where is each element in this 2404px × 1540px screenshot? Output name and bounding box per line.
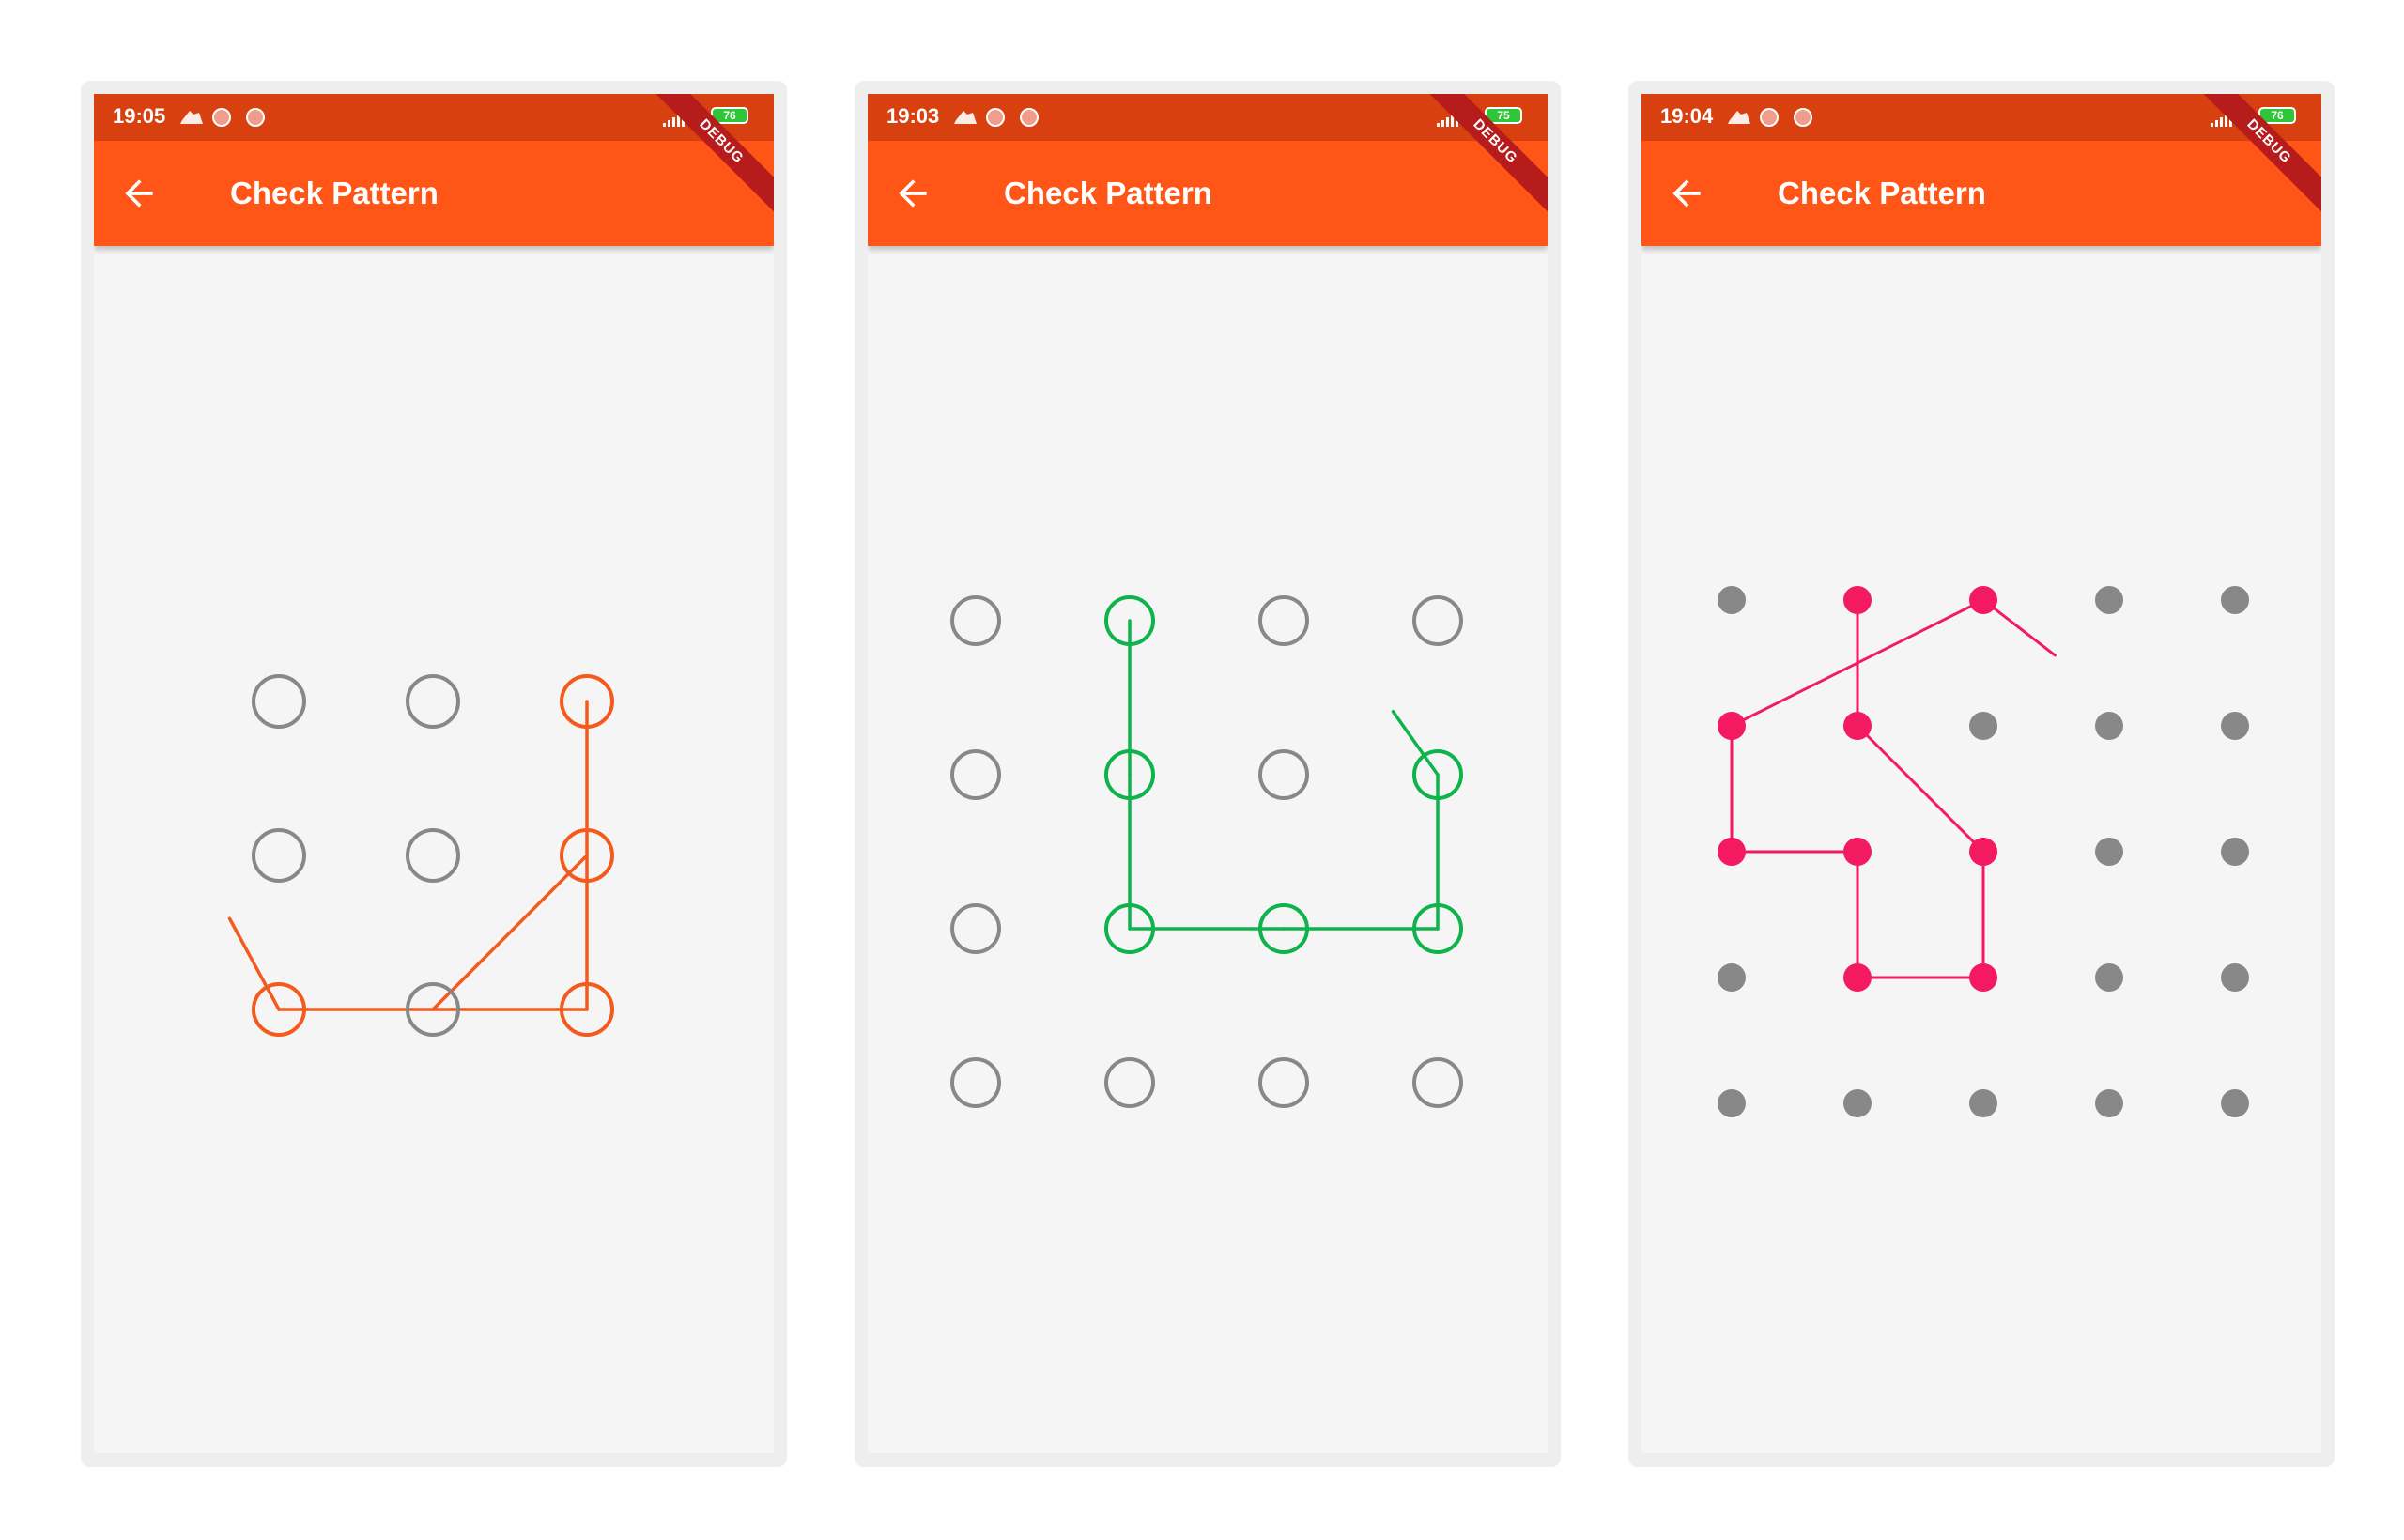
fitness-icon xyxy=(954,111,977,124)
pattern-dot-selected[interactable] xyxy=(1969,586,1997,614)
pattern-dot[interactable] xyxy=(1718,586,1746,614)
back-button[interactable] xyxy=(118,173,160,214)
pattern-lock-grid[interactable] xyxy=(868,94,1548,1453)
status-time: 19:03 xyxy=(886,104,940,128)
pattern-dot[interactable] xyxy=(1718,963,1746,992)
pattern-dot[interactable] xyxy=(1718,1089,1746,1117)
pattern-dot-selected[interactable] xyxy=(1969,838,1997,866)
notification-icons xyxy=(1728,108,1812,127)
pattern-dot-selected[interactable] xyxy=(1843,712,1872,740)
pattern-dot[interactable] xyxy=(2221,586,2249,614)
pattern-dot[interactable] xyxy=(950,595,1001,646)
pattern-drag-line xyxy=(227,916,281,1011)
back-button[interactable] xyxy=(892,173,933,214)
pattern-dot-selected[interactable] xyxy=(1969,963,1997,992)
app-bar: Check Pattern xyxy=(94,141,774,246)
pattern-dot-selected[interactable] xyxy=(1843,838,1872,866)
status-time: 19:05 xyxy=(113,104,166,128)
pattern-dot[interactable] xyxy=(1104,1057,1155,1108)
notification-dot-icon xyxy=(1020,108,1039,127)
fitness-icon xyxy=(1728,111,1750,124)
pattern-segment xyxy=(1856,724,1985,854)
pattern-dot[interactable] xyxy=(2095,838,2123,866)
pattern-dot[interactable] xyxy=(1969,712,1997,740)
pattern-dot[interactable] xyxy=(1843,1089,1872,1117)
pattern-dot[interactable] xyxy=(2095,586,2123,614)
arrow-back-icon xyxy=(1672,179,1701,208)
pattern-dot[interactable] xyxy=(406,674,460,729)
pattern-dot-selected[interactable] xyxy=(1843,586,1872,614)
fitness-icon xyxy=(180,111,203,124)
pattern-dot[interactable] xyxy=(1412,595,1463,646)
back-button[interactable] xyxy=(1666,173,1707,214)
arrow-back-icon xyxy=(125,179,153,208)
pattern-dot[interactable] xyxy=(2221,1089,2249,1117)
phone-frame-3: 19:04E76Check PatternDEBUG xyxy=(1628,81,2335,1467)
pattern-dot[interactable] xyxy=(2221,838,2249,866)
pattern-dot[interactable] xyxy=(2095,1089,2123,1117)
page-title: Check Pattern xyxy=(230,176,439,210)
pattern-dot[interactable] xyxy=(950,1057,1001,1108)
pattern-dot[interactable] xyxy=(2095,712,2123,740)
pattern-dot[interactable] xyxy=(1412,1057,1463,1108)
pattern-path xyxy=(1730,598,2057,979)
pattern-lock-grid[interactable] xyxy=(1641,94,2321,1453)
pattern-dot-selected[interactable] xyxy=(1718,712,1746,740)
pattern-dot[interactable] xyxy=(950,903,1001,954)
notification-dot-icon xyxy=(986,108,1005,127)
screen-1: 19:05E76Check PatternDEBUG xyxy=(94,94,774,1453)
pattern-dot-selected[interactable] xyxy=(1718,838,1746,866)
pattern-dot[interactable] xyxy=(1258,595,1309,646)
screen-3: 19:04E76Check PatternDEBUG xyxy=(1641,94,2321,1453)
pattern-dot[interactable] xyxy=(2095,963,2123,992)
notification-icons xyxy=(180,108,265,127)
pattern-segment xyxy=(431,854,589,1011)
notification-dot-icon xyxy=(1760,108,1779,127)
pattern-path xyxy=(1128,619,1440,931)
status-time: 19:04 xyxy=(1660,104,1714,128)
pattern-dot-selected[interactable] xyxy=(1843,963,1872,992)
phone-frame-2: 19:03E75Check PatternDEBUG xyxy=(855,81,1561,1467)
notification-icons xyxy=(954,108,1039,127)
page-title: Check Pattern xyxy=(1004,176,1212,210)
pattern-dot[interactable] xyxy=(950,749,1001,800)
pattern-dot[interactable] xyxy=(406,828,460,883)
pattern-dot[interactable] xyxy=(252,674,306,729)
notification-dot-icon xyxy=(212,108,231,127)
screen-2: 19:03E75Check PatternDEBUG xyxy=(868,94,1548,1453)
app-bar: Check Pattern xyxy=(1641,141,2321,246)
notification-dot-icon xyxy=(246,108,265,127)
pattern-dot[interactable] xyxy=(252,828,306,883)
pattern-dot[interactable] xyxy=(1969,1089,1997,1117)
phone-frame-1: 19:05E76Check PatternDEBUG xyxy=(81,81,787,1467)
pattern-dot[interactable] xyxy=(1258,1057,1309,1108)
notification-dot-icon xyxy=(1794,108,1812,127)
pattern-dot[interactable] xyxy=(2221,963,2249,992)
app-bar: Check Pattern xyxy=(868,141,1548,246)
pattern-dot[interactable] xyxy=(1258,749,1309,800)
arrow-back-icon xyxy=(899,179,927,208)
pattern-dot[interactable] xyxy=(2221,712,2249,740)
page-title: Check Pattern xyxy=(1778,176,1986,210)
pattern-lock-grid[interactable] xyxy=(94,94,774,1453)
